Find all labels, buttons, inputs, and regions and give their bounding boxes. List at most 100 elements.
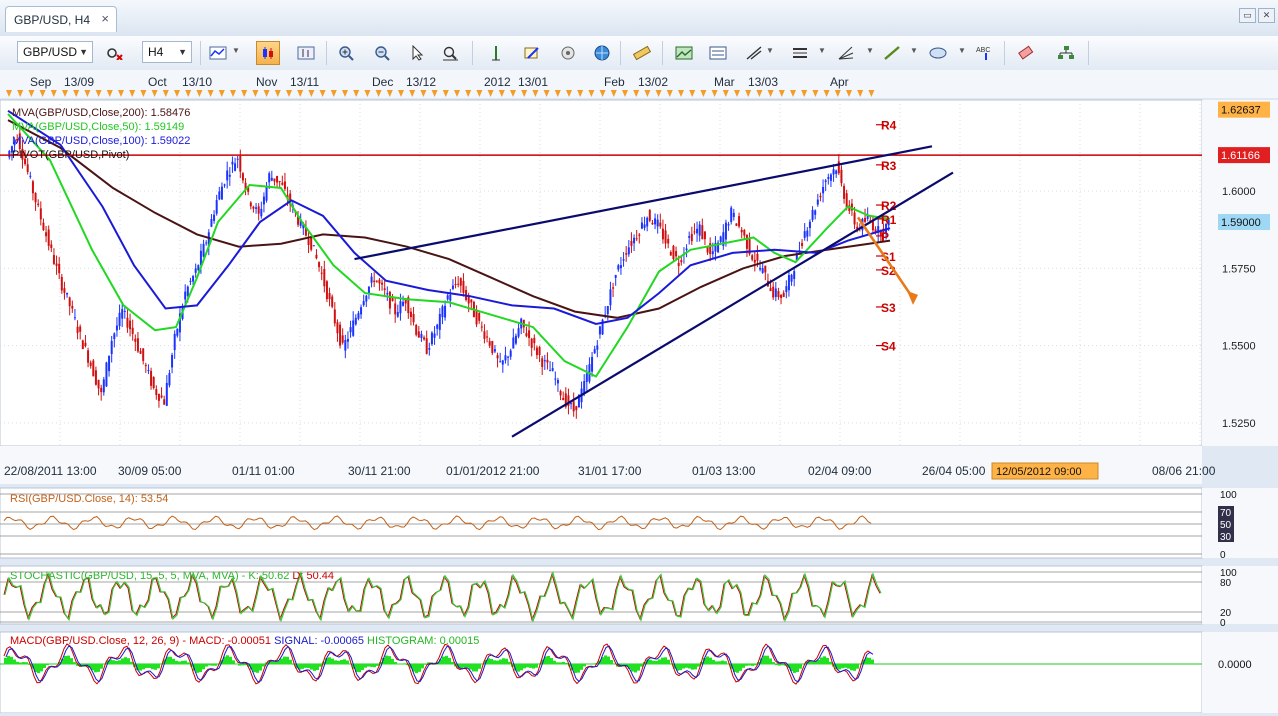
candle-body[interactable] xyxy=(651,222,654,225)
candle-body[interactable] xyxy=(633,237,636,244)
candle-body[interactable] xyxy=(814,210,817,215)
candle-body[interactable] xyxy=(698,224,701,236)
candle-body[interactable] xyxy=(381,282,384,285)
candle-body[interactable] xyxy=(34,192,37,203)
candle-body[interactable] xyxy=(596,345,599,350)
candle-body[interactable] xyxy=(265,185,268,201)
candle-body[interactable] xyxy=(827,177,830,179)
candle-body[interactable] xyxy=(92,360,95,377)
chart-area[interactable]: Sep 13/09 Oct 13/10 Nov 13/11 Dec 13/12 2012 13/0… xyxy=(0,70,1278,714)
candle-body[interactable] xyxy=(782,292,785,297)
candle-body[interactable] xyxy=(753,259,756,263)
candle-body[interactable] xyxy=(780,294,783,298)
candle-body[interactable] xyxy=(467,297,470,304)
candle-body[interactable] xyxy=(709,243,712,255)
candle-body[interactable] xyxy=(383,288,386,290)
candle-body[interactable] xyxy=(701,225,704,240)
candle-body[interactable] xyxy=(785,286,788,293)
candle-body[interactable] xyxy=(525,333,528,337)
candle-body[interactable] xyxy=(507,356,510,358)
candle-body[interactable] xyxy=(528,330,531,338)
snapshot-icon[interactable] xyxy=(672,41,696,65)
candle-body[interactable] xyxy=(176,328,179,336)
candle-body[interactable] xyxy=(328,293,331,300)
candle-body[interactable] xyxy=(627,247,630,255)
text-label-icon[interactable]: ABC xyxy=(974,41,998,65)
candle-body[interactable] xyxy=(131,327,134,334)
candle-body[interactable] xyxy=(79,326,82,332)
candle-body[interactable] xyxy=(378,279,381,284)
candle-body[interactable] xyxy=(829,174,832,181)
candle-body[interactable] xyxy=(257,206,260,214)
candle-body[interactable] xyxy=(661,228,664,240)
candle-body[interactable] xyxy=(533,337,536,344)
candle-body[interactable] xyxy=(163,399,166,405)
candle-body[interactable] xyxy=(677,262,680,267)
candle-body[interactable] xyxy=(837,161,840,174)
candle-body[interactable] xyxy=(399,301,402,314)
candle-body[interactable] xyxy=(501,360,504,365)
candle-body[interactable] xyxy=(740,229,743,233)
candle-body[interactable] xyxy=(538,347,541,356)
candle-body[interactable] xyxy=(793,271,796,280)
candle-body[interactable] xyxy=(446,295,449,300)
candle-body[interactable] xyxy=(360,307,363,315)
candle-body[interactable] xyxy=(344,339,347,351)
candle-body[interactable] xyxy=(433,333,436,338)
candle-body[interactable] xyxy=(606,305,609,315)
candle-body[interactable] xyxy=(457,283,460,285)
candle-body[interactable] xyxy=(622,259,625,261)
candle-body[interactable] xyxy=(123,310,126,312)
candle-body[interactable] xyxy=(68,297,71,307)
candle-body[interactable] xyxy=(255,207,258,209)
candle-body[interactable] xyxy=(769,288,772,292)
candle-body[interactable] xyxy=(260,208,263,217)
candle-body[interactable] xyxy=(635,238,638,240)
candle-body[interactable] xyxy=(307,238,310,246)
candle-body[interactable] xyxy=(556,380,559,384)
candle-body[interactable] xyxy=(31,181,34,194)
candle-body[interactable] xyxy=(730,207,733,222)
candle-body[interactable] xyxy=(675,251,678,257)
ruler-icon[interactable] xyxy=(630,41,654,65)
candle-body[interactable] xyxy=(239,155,242,172)
candle-body[interactable] xyxy=(84,342,87,347)
candle-body[interactable] xyxy=(732,212,735,218)
fib-tools-icon[interactable] xyxy=(834,41,858,65)
candle-body[interactable] xyxy=(165,382,168,406)
candle-body[interactable] xyxy=(66,292,69,295)
candle-body[interactable] xyxy=(60,276,63,291)
candle-body[interactable] xyxy=(444,305,447,318)
zoom-select-icon[interactable] xyxy=(438,41,462,65)
candle-body[interactable] xyxy=(727,224,730,226)
candle-body[interactable] xyxy=(357,313,360,319)
candle-body[interactable] xyxy=(706,246,709,253)
candle-body[interactable] xyxy=(808,221,811,229)
candle-body[interactable] xyxy=(491,341,494,354)
candle-body[interactable] xyxy=(451,285,454,289)
candle-body[interactable] xyxy=(39,208,42,220)
candle-body[interactable] xyxy=(462,280,465,293)
candle-body[interactable] xyxy=(572,401,575,412)
candle-body[interactable] xyxy=(121,309,124,319)
candle-body[interactable] xyxy=(346,338,349,342)
candle-body[interactable] xyxy=(210,219,213,227)
candle-body[interactable] xyxy=(609,289,612,306)
candle-body[interactable] xyxy=(412,314,415,323)
candle-body[interactable] xyxy=(192,276,195,282)
candle-body[interactable] xyxy=(423,337,426,340)
candle-body[interactable] xyxy=(223,184,226,186)
candle-body[interactable] xyxy=(283,181,286,189)
candle-body[interactable] xyxy=(370,276,373,283)
candle-body[interactable] xyxy=(278,181,281,183)
candle-body[interactable] xyxy=(386,293,389,295)
candle-body[interactable] xyxy=(549,370,552,372)
candle-body[interactable] xyxy=(373,280,376,283)
candle-body[interactable] xyxy=(756,253,759,261)
candle-body[interactable] xyxy=(541,358,544,367)
candle-body[interactable] xyxy=(685,248,688,251)
candle-body[interactable] xyxy=(142,348,145,361)
candle-body[interactable] xyxy=(787,275,790,291)
candle-body[interactable] xyxy=(184,291,187,300)
line-draw-icon[interactable] xyxy=(880,41,904,65)
